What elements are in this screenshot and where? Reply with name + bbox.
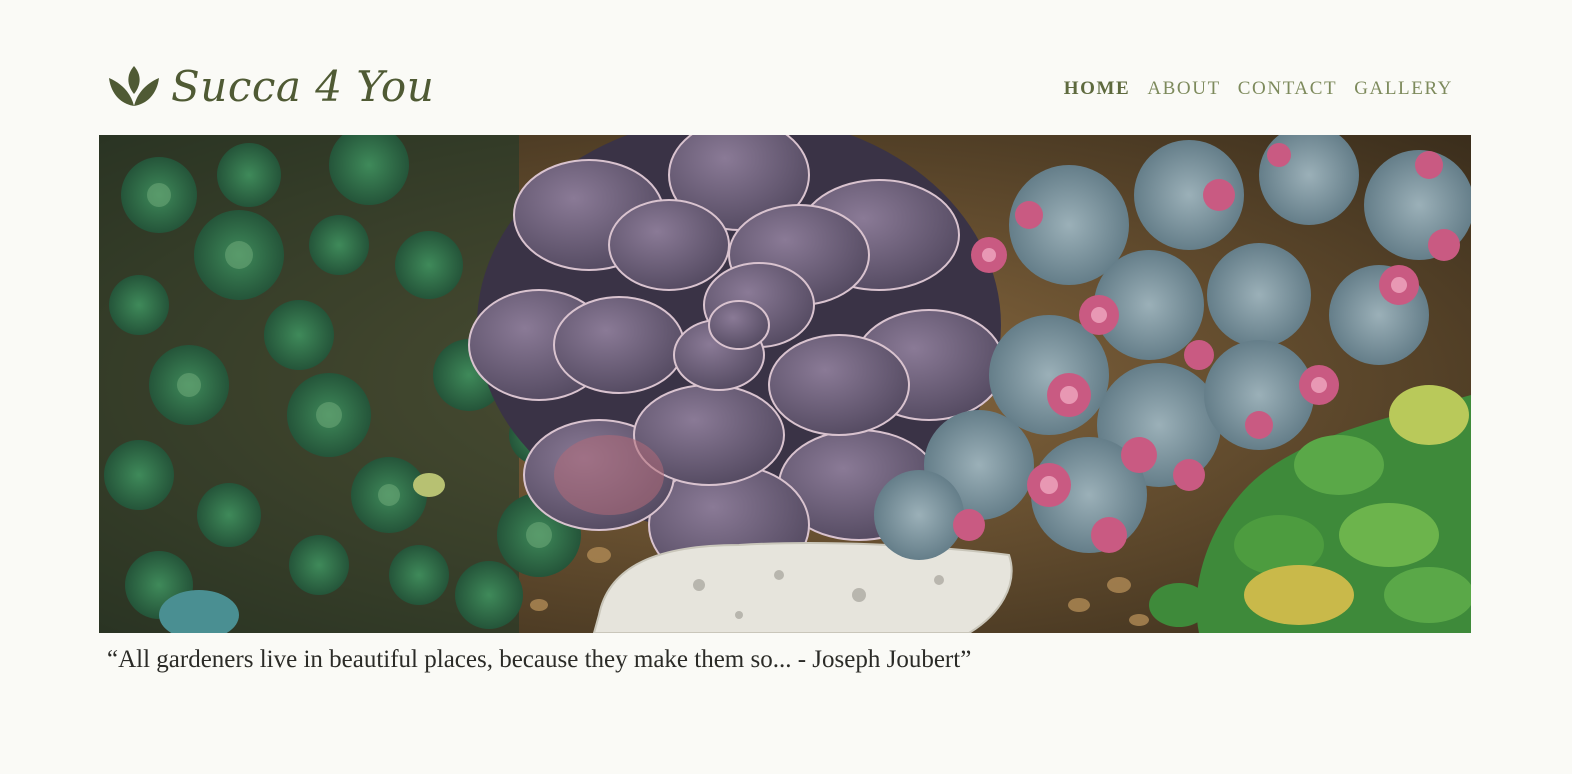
nav-about[interactable]: ABOUT — [1147, 78, 1220, 100]
hero-quote: “All gardeners live in beautiful places,… — [107, 646, 972, 673]
nav-home[interactable]: HOME — [1064, 78, 1131, 100]
brand-name: Succa 4 You — [171, 61, 435, 111]
site-header: Succa 4 You HOME ABOUT CONTACT GALLERY — [0, 0, 1572, 135]
nav-gallery[interactable]: GALLERY — [1354, 78, 1453, 100]
brand-logo[interactable]: Succa 4 You — [107, 56, 434, 116]
succulent-garden-photo — [99, 135, 1471, 633]
nav-contact[interactable]: CONTACT — [1238, 78, 1337, 100]
lotus-leaf-icon — [109, 66, 159, 106]
main-nav: HOME ABOUT CONTACT GALLERY — [1064, 78, 1453, 100]
hero-image — [99, 135, 1471, 633]
